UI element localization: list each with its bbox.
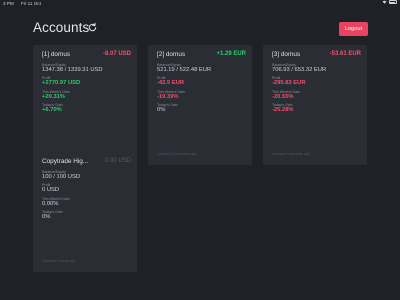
account-card[interactable]: [3] domus -53.61 EUR Balance/Equity 706.… xyxy=(263,45,367,165)
status-time: 3 PM xyxy=(3,1,14,6)
card-header: Copytrade Hig... 0.00 USD xyxy=(42,158,131,168)
profit-value: 0 USD xyxy=(42,187,60,194)
today-gain-value: 0% xyxy=(157,106,166,113)
balance-equity-value: 521.19 / 522.48 EUR xyxy=(157,67,212,74)
today-gain-value: 0% xyxy=(42,213,51,220)
account-card[interactable]: [2] domus +1.29 EUR Balance/Equity 521.1… xyxy=(148,45,252,165)
today-gain-value: +6.70% xyxy=(42,106,62,113)
card-header: [2] domus +1.29 EUR xyxy=(157,51,246,61)
profit-value: -295.83 EUR xyxy=(272,80,306,87)
account-total: -8.07 USD xyxy=(102,51,131,57)
updated-text: Updated 9 seconds ago xyxy=(272,152,310,156)
balance-equity-value: 1347.38 / 1339.31 USD xyxy=(42,67,103,74)
week-gain-value: +20.31% xyxy=(42,93,66,100)
status-left: 3 PM Fri 11 Oct xyxy=(3,0,47,8)
accounts-screen: 3 PM Fri 11 Oct Accounts Logout [1] domu… xyxy=(0,0,400,300)
account-total: +1.29 EUR xyxy=(216,51,246,57)
account-card[interactable]: [1] domus -8.07 USD Balance/Equity 1347.… xyxy=(33,45,137,165)
week-gain-value: -20.55% xyxy=(272,93,294,100)
account-name: Copytrade Hig... xyxy=(42,158,89,165)
refresh-icon[interactable] xyxy=(87,22,98,33)
account-total: -53.61 EUR xyxy=(329,51,361,57)
page-title: Accounts xyxy=(33,20,90,35)
profit-value: -42.5 EUR xyxy=(157,80,185,87)
status-right xyxy=(382,0,397,4)
updated-text: Updated 3 hours ago xyxy=(42,259,76,263)
battery-icon xyxy=(389,0,397,4)
today-gain-value: -25.28% xyxy=(272,106,294,113)
status-bar: 3 PM Fri 11 Oct xyxy=(0,0,400,8)
week-gain-value: -19.39% xyxy=(157,93,179,100)
account-total: 0.00 USD xyxy=(104,158,131,164)
balance-equity-value: 706.93 / 653.32 EUR xyxy=(272,67,327,74)
wifi-icon xyxy=(382,0,387,4)
week-gain-value: 0.00% xyxy=(42,200,59,207)
profit-value: +2770.97 USD xyxy=(42,80,81,87)
balance-equity-value: 100 / 100 USD xyxy=(42,174,81,181)
status-date: Fri 11 Oct xyxy=(21,1,41,6)
account-name: [3] domus xyxy=(272,51,301,58)
card-header: [3] domus -53.61 EUR xyxy=(272,51,361,61)
card-header: [1] domus -8.07 USD xyxy=(42,51,131,61)
updated-text: Updated 15 seconds ago xyxy=(157,152,197,156)
account-name: [1] domus xyxy=(42,51,71,58)
account-name: [2] domus xyxy=(157,51,186,58)
logout-button[interactable]: Logout xyxy=(339,22,368,36)
account-card[interactable]: Copytrade Hig... 0.00 USD Balance/Equity… xyxy=(33,152,137,272)
